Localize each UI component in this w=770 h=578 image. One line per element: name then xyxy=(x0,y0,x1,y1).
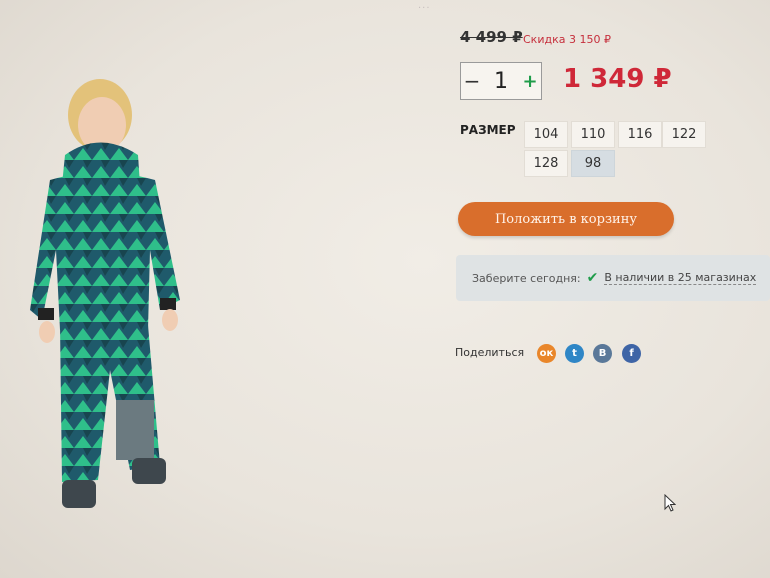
quantity-decrease-button[interactable]: − xyxy=(461,69,483,93)
size-option-122[interactable]: 122 xyxy=(662,121,706,148)
quantity-value[interactable]: 1 xyxy=(483,69,519,94)
current-price: 1 349 ₽ xyxy=(563,64,672,94)
quantity-stepper[interactable]: − 1 + xyxy=(460,62,542,100)
quantity-increase-button[interactable]: + xyxy=(519,71,541,92)
size-option-110[interactable]: 110 xyxy=(571,121,615,148)
availability-label: Заберите сегодня: xyxy=(472,271,581,285)
size-option-104[interactable]: 104 xyxy=(524,121,568,148)
vk-icon[interactable]: B xyxy=(593,344,612,363)
size-option-116[interactable]: 116 xyxy=(618,121,662,148)
add-to-cart-button[interactable]: Положить в корзину xyxy=(458,202,674,236)
facebook-icon[interactable]: f xyxy=(622,344,641,363)
mouse-cursor-icon xyxy=(664,494,676,512)
size-option-128[interactable]: 128 xyxy=(524,150,568,177)
size-option-98[interactable]: 98 xyxy=(571,150,615,177)
ok-icon[interactable]: ок xyxy=(537,344,556,363)
twitter-icon[interactable]: t xyxy=(565,344,584,363)
discount-label: Скидка 3 150 ₽ xyxy=(523,33,611,46)
top-cutoff-text: ... xyxy=(418,0,431,11)
old-price: 4 499 ₽ xyxy=(460,28,523,46)
share-label: Поделиться xyxy=(455,346,525,359)
size-label: РАЗМЕР xyxy=(460,123,516,137)
check-icon: ✔ xyxy=(586,270,599,286)
product-image xyxy=(30,79,180,508)
store-availability-link[interactable]: В наличии в 25 магазинах xyxy=(604,271,757,285)
availability-box: Заберите сегодня: ✔ В наличии в 25 магаз… xyxy=(456,255,770,301)
